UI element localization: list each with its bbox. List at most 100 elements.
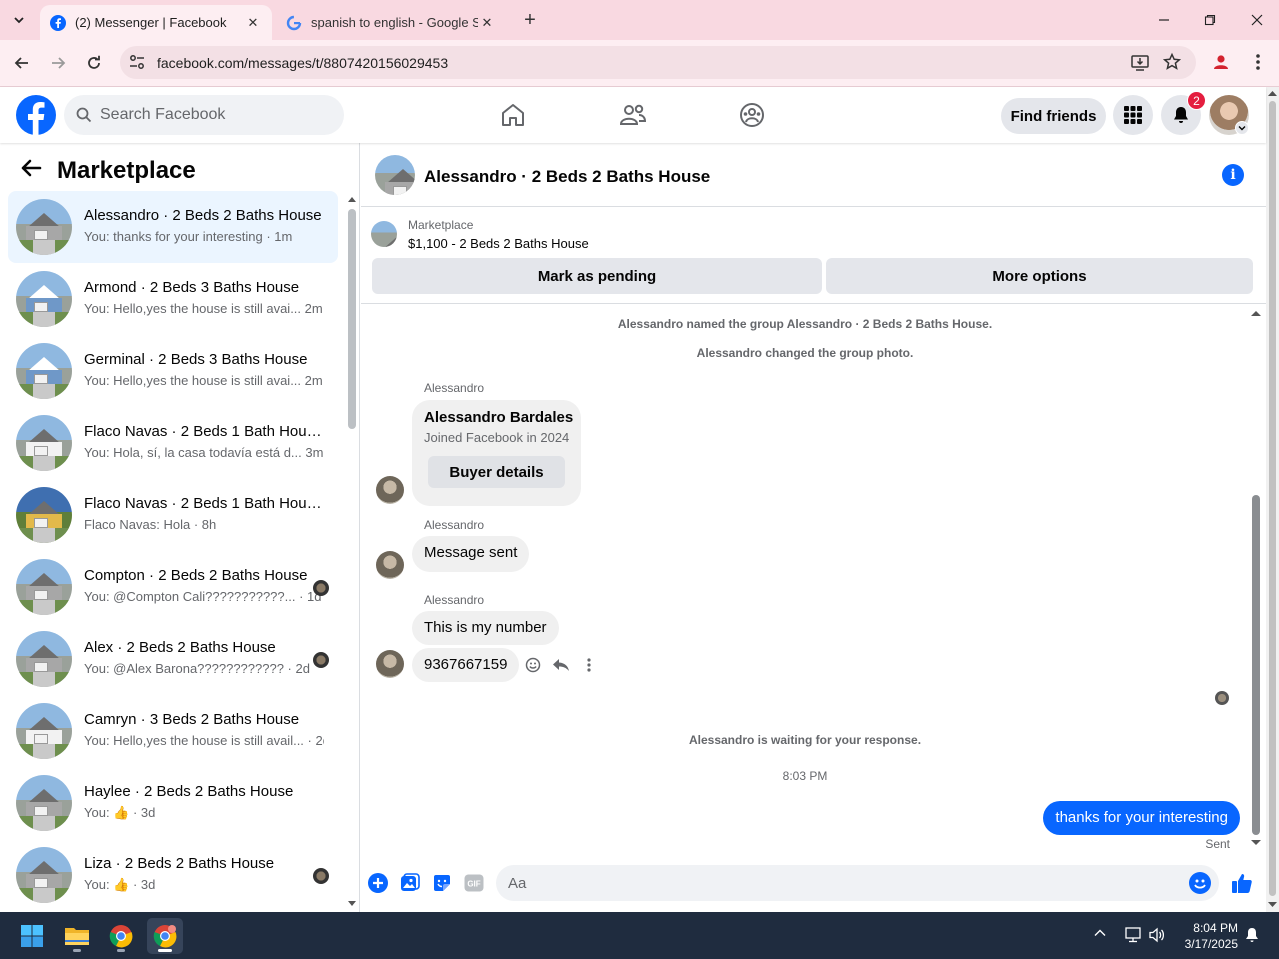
- notification-center[interactable]: [1244, 926, 1260, 949]
- install-app-icon[interactable]: [1130, 53, 1150, 73]
- house-photo: [371, 221, 397, 247]
- find-friends-button[interactable]: Find friends: [1001, 98, 1106, 134]
- address-bar[interactable]: facebook.com/messages/t/8807420156029453: [120, 46, 1196, 79]
- conversation-item[interactable]: Germinal · 2 Beds 3 Baths House You: Hell…: [8, 335, 338, 407]
- chat-avatar[interactable]: [375, 155, 415, 195]
- conversation-item[interactable]: Alex · 2 Beds 2 Baths House You: @Alex Ba…: [8, 623, 338, 695]
- sender-avatar[interactable]: [376, 476, 404, 504]
- conversation-item[interactable]: Flaco Navas · 2 Beds 1 Bath House You: Ho…: [8, 407, 338, 479]
- chevron-up-icon: [1094, 929, 1106, 936]
- conversation-list: Alessandro · 2 Beds 2 Baths House You: th…: [8, 191, 338, 911]
- scrollbar-thumb[interactable]: [1269, 101, 1276, 896]
- conversation-preview: You: 👍 · 3d: [84, 805, 156, 820]
- facebook-search[interactable]: [64, 95, 344, 135]
- info-icon[interactable]: i: [1222, 164, 1244, 186]
- sticker-button[interactable]: [431, 872, 453, 894]
- scrollbar-thumb[interactable]: [348, 209, 356, 429]
- house-photo: [16, 415, 72, 471]
- conversation-item[interactable]: Camryn · 3 Beds 2 Baths House You: Hello,…: [8, 695, 338, 767]
- listing-thumbnail[interactable]: [371, 221, 397, 247]
- scroll-up-icon[interactable]: [348, 195, 356, 203]
- minimize-button[interactable]: [1150, 8, 1178, 32]
- more-actions-button[interactable]: [367, 872, 389, 894]
- conversation-item[interactable]: Alessandro · 2 Beds 2 Baths House You: th…: [8, 191, 338, 263]
- friends-nav[interactable]: [619, 101, 647, 129]
- listing-thumbnail: [16, 271, 72, 327]
- message-bubble[interactable]: 9367667159: [412, 648, 520, 682]
- reload-button[interactable]: [81, 50, 107, 76]
- scroll-down-icon[interactable]: [348, 900, 356, 908]
- site-settings-icon[interactable]: [128, 53, 146, 71]
- scroll-down-icon[interactable]: [1268, 901, 1277, 908]
- message-bubble[interactable]: Message sent: [412, 536, 530, 572]
- sender-avatar[interactable]: [376, 551, 404, 579]
- page-scrollbar[interactable]: [1266, 87, 1279, 912]
- scroll-up-icon[interactable]: [1251, 309, 1261, 317]
- close-tab-icon[interactable]: ✕: [478, 14, 496, 32]
- conversation-item[interactable]: Liza · 2 Beds 2 Baths House You: 👍 · 3d: [8, 839, 338, 911]
- tab-search-button[interactable]: [6, 8, 32, 32]
- volume-icon[interactable]: [1148, 926, 1166, 949]
- sender-name: Alessandro: [424, 518, 485, 532]
- close-tab-icon[interactable]: ✕: [244, 14, 262, 32]
- message-bubble[interactable]: This is my number: [412, 611, 559, 645]
- chat-panel: Alessandro · 2 Beds 2 Baths House i Mark…: [361, 143, 1266, 912]
- message-input-container[interactable]: [496, 865, 1219, 901]
- more-icon[interactable]: [580, 656, 598, 674]
- start-button[interactable]: [14, 918, 50, 954]
- conversation-item[interactable]: Haylee · 2 Beds 2 Baths House You: 👍 · 3d: [8, 767, 338, 839]
- arrow-left-icon[interactable]: [20, 159, 42, 177]
- home-nav[interactable]: [499, 101, 527, 129]
- tab-messenger[interactable]: (2) Messenger | Facebook ✕: [40, 5, 272, 40]
- account-menu-chevron[interactable]: [1235, 121, 1249, 135]
- outgoing-message-bubble[interactable]: thanks for your interesting: [1043, 801, 1240, 835]
- conversation-item[interactable]: Armond · 2 Beds 3 Baths House You: Hello,…: [8, 263, 338, 335]
- windows-taskbar: 8:04 PM 3/17/2025: [0, 912, 1279, 959]
- show-hidden-icons[interactable]: [1093, 926, 1107, 945]
- message-input[interactable]: [508, 865, 1168, 901]
- emoji-button[interactable]: [1189, 872, 1211, 894]
- bookmark-star-icon[interactable]: [1162, 52, 1182, 72]
- windows-logo-icon: [21, 925, 43, 947]
- network-icon: [1125, 927, 1141, 943]
- search-input[interactable]: [100, 95, 330, 135]
- file-explorer-button[interactable]: [59, 918, 95, 954]
- system-clock[interactable]: 8:04 PM 3/17/2025: [1176, 920, 1238, 952]
- groups-nav[interactable]: [738, 101, 766, 129]
- network-icon[interactable]: [1124, 926, 1142, 949]
- scroll-up-icon[interactable]: [1268, 90, 1277, 97]
- chrome-profile-button[interactable]: [147, 918, 183, 954]
- facebook-logo-icon[interactable]: [16, 95, 56, 135]
- conversation-item[interactable]: Flaco Navas · 2 Beds 1 Bath House Flaco N…: [8, 479, 338, 551]
- tab-google-search[interactable]: spanish to english - Google Sea ✕: [276, 5, 506, 40]
- react-icon[interactable]: [524, 656, 542, 674]
- profile-icon[interactable]: [1211, 52, 1231, 72]
- svg-text:GIF: GIF: [467, 880, 480, 889]
- conversation-item[interactable]: Compton · 2 Beds 2 Baths House You: @Comp…: [8, 551, 338, 623]
- gif-button[interactable]: GIF: [463, 872, 485, 894]
- conversation-list-scrollbar[interactable]: [348, 191, 356, 908]
- image-icon: [401, 873, 420, 891]
- more-options-button[interactable]: More options: [826, 258, 1253, 294]
- like-send-button[interactable]: [1231, 872, 1253, 894]
- scroll-down-icon[interactable]: [1251, 839, 1261, 847]
- tab-title: spanish to english - Google Sea: [311, 15, 478, 30]
- attach-photo-button[interactable]: [399, 872, 421, 894]
- thread-scrollbar[interactable]: [1250, 305, 1262, 905]
- browser-menu-icon[interactable]: [1250, 52, 1266, 72]
- forward-button[interactable]: [45, 50, 71, 76]
- reply-icon[interactable]: [552, 656, 570, 674]
- buyer-details-button[interactable]: Buyer details: [428, 456, 565, 488]
- restore-button[interactable]: [1196, 8, 1224, 32]
- mark-as-pending-button[interactable]: Mark as pending: [372, 258, 822, 294]
- back-button[interactable]: [9, 50, 35, 76]
- chrome-button[interactable]: [103, 918, 139, 954]
- sender-avatar[interactable]: [376, 650, 404, 678]
- chrome-icon: [109, 925, 133, 948]
- menu-button[interactable]: [1113, 95, 1153, 135]
- listing-title[interactable]: $1,100 - 2 Beds 2 Baths House: [408, 236, 589, 251]
- close-window-button[interactable]: [1243, 8, 1271, 32]
- chat-title[interactable]: Alessandro · 2 Beds 2 Baths House: [424, 167, 710, 187]
- scrollbar-thumb[interactable]: [1252, 495, 1260, 835]
- new-tab-button[interactable]: +: [518, 9, 542, 31]
